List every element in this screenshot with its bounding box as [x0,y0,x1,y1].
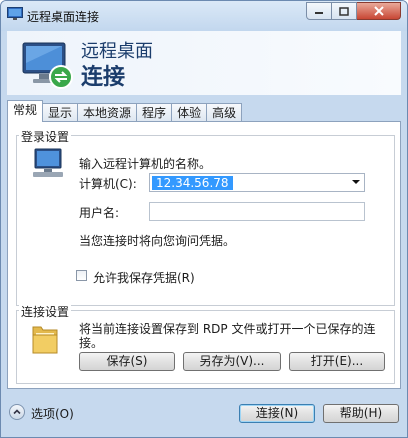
login-settings-title: 登录设置 [19,128,72,145]
monitor-connect-icon [22,42,73,89]
minimize-button[interactable] [306,2,332,20]
save-button[interactable]: 保存(S) [79,352,175,371]
header-banner: 远程桌面 连接 [7,31,401,95]
close-icon [373,6,384,16]
connection-description-line2: 接。 [79,336,104,350]
remote-desktop-icon [7,7,23,20]
title-bar[interactable]: 远程桌面连接 [1,1,407,31]
tab-panel-general: 登录设置 输入远程计算机的名称。 计算机(C): 12.34.56.78 用户名… [7,121,401,389]
folder-icon [32,326,58,354]
window-title: 远程桌面连接 [27,10,100,24]
connection-settings-group: 连接设置 将当前连接设置保存到 RDP 文件或打开一个已保存的连 接。 保存(S… [16,303,395,384]
banner-title-line2: 连接 [81,65,126,90]
save-credentials-label[interactable]: 允许我保存凭据(R) [93,269,195,286]
options-label[interactable]: 选项(O) [31,405,74,422]
chevron-up-icon[interactable] [9,404,25,420]
maximize-button[interactable] [332,2,357,20]
username-field[interactable] [149,202,365,221]
save-as-button[interactable]: 另存为(V)... [183,352,281,371]
computer-icon [33,148,63,177]
computer-name-prompt: 输入远程计算机的名称。 [79,157,212,171]
computer-combobox[interactable]: 12.34.56.78 [149,173,365,192]
computer-label: 计算机(C): [79,177,137,191]
username-label: 用户名: [79,206,120,220]
help-button[interactable]: 帮助(H) [323,404,399,423]
tab-strip: 常规 显示 本地资源 程序 体验 高级 [7,100,243,122]
chevron-down-icon[interactable] [352,180,360,184]
login-settings-group: 登录设置 输入远程计算机的名称。 计算机(C): 12.34.56.78 用户名… [16,128,395,306]
tab-programs[interactable]: 程序 [136,103,173,122]
window-controls [306,2,401,20]
minimize-icon [315,12,323,14]
connection-settings-title: 连接设置 [19,303,72,320]
credential-note: 当您连接时将向您询问凭据。 [79,234,236,248]
tab-display[interactable]: 显示 [42,103,79,122]
remote-desktop-window: 远程桌面连接 远程桌面 连接 常规 显示 本地资源 程序 体验 高级 登录设置 … [0,0,408,438]
computer-combobox-value: 12.34.56.78 [152,176,233,190]
tab-local-resources[interactable]: 本地资源 [77,103,138,122]
save-credentials-checkbox[interactable] [76,270,87,281]
connection-description-line1: 将当前连接设置保存到 RDP 文件或打开一个已保存的连 [79,322,376,336]
tab-advanced[interactable]: 高级 [206,103,243,122]
open-button[interactable]: 打开(E)... [289,352,385,371]
maximize-icon [339,6,349,16]
close-button[interactable] [357,2,401,20]
tab-general[interactable]: 常规 [7,100,44,122]
tab-experience[interactable]: 体验 [171,103,208,122]
connect-button[interactable]: 连接(N) [239,404,315,423]
